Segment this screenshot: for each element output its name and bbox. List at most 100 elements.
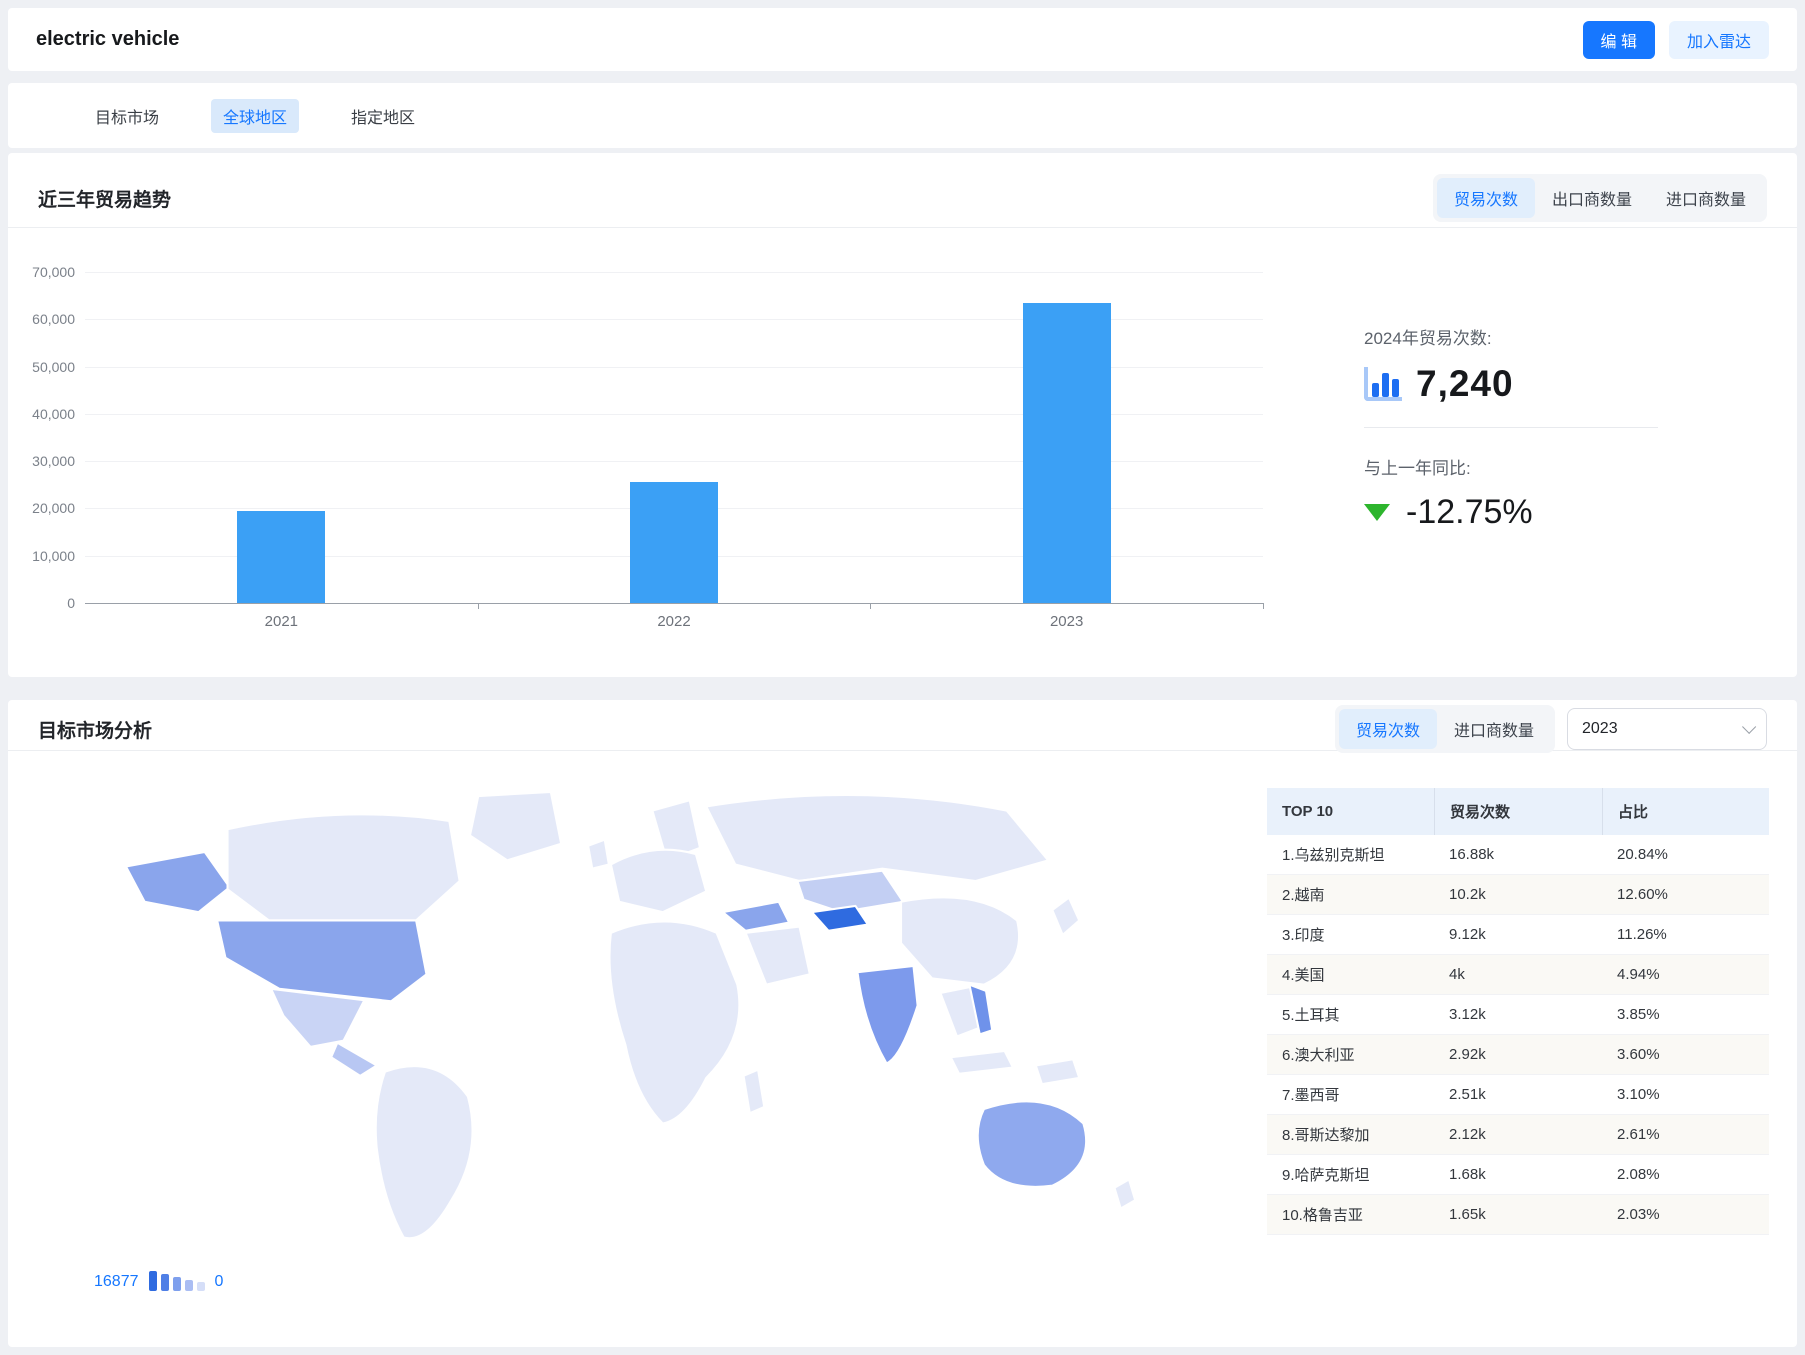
legend-bar-1 [149, 1271, 157, 1291]
trend-card: 近三年贸易趋势 贸易次数出口商数量进口商数量 2024年贸易次数: 7,240 … [8, 153, 1797, 677]
table-row[interactable]: 2.越南10.2k12.60% [1267, 875, 1769, 915]
y-axis-label-20000: 20,000 [13, 500, 75, 516]
map-middle-east[interactable] [746, 927, 810, 985]
tab-3[interactable]: 指定地区 [339, 99, 427, 133]
y-axis-label-50000: 50,000 [13, 359, 75, 375]
x-axis-label-2021: 2021 [265, 613, 298, 630]
trend-toggle-1[interactable]: 贸易次数 [1437, 178, 1535, 218]
bar-2023[interactable] [1023, 303, 1111, 603]
map-mexico[interactable] [271, 989, 364, 1047]
table-row[interactable]: 4.美国4k4.94% [1267, 955, 1769, 995]
x-axis-tick-0 [478, 603, 479, 609]
table-cell: 10.2k [1434, 875, 1602, 914]
header-actions: 编 辑 加入雷达 [1583, 21, 1769, 59]
stats-divider [1364, 427, 1658, 428]
table-header-cell: 占比 [1602, 788, 1769, 835]
map-india[interactable] [858, 966, 918, 1063]
region-tab-bar: 目标市场 全球地区 指定地区 [8, 83, 1797, 148]
table-cell: 8.哥斯达黎加 [1267, 1115, 1434, 1154]
world-map-svg [72, 765, 1212, 1252]
map-legend: 16877 0 [88, 1271, 229, 1291]
map-japan[interactable] [1052, 898, 1079, 935]
tab-2[interactable]: 全球地区 [211, 99, 299, 133]
table-row[interactable]: 8.哥斯达黎加2.12k2.61% [1267, 1115, 1769, 1155]
table-row[interactable]: 9.哈萨克斯坦1.68k2.08% [1267, 1155, 1769, 1195]
map-china[interactable] [901, 897, 1019, 984]
table-cell: 2.12k [1434, 1115, 1602, 1154]
map-madagascar[interactable] [744, 1070, 765, 1114]
map-uk[interactable] [588, 840, 609, 869]
table-cell: 2.03% [1602, 1195, 1769, 1234]
gridline-70000 [85, 272, 1263, 273]
market-card: 目标市场分析 贸易次数进口商数量 2023 [8, 700, 1797, 1347]
world-map[interactable] [72, 765, 1212, 1255]
table-cell: 2.92k [1434, 1035, 1602, 1074]
table-cell: 3.印度 [1267, 915, 1434, 954]
tab-1[interactable]: 目标市场 [83, 99, 171, 133]
trend-metric-toggle-group: 贸易次数出口商数量进口商数量 [1433, 174, 1767, 222]
table-row[interactable]: 6.澳大利亚2.92k3.60% [1267, 1035, 1769, 1075]
market-body: 16877 0 TOP 10贸易次数占比1.乌兹别克斯坦16.88k20.84%… [8, 751, 1797, 1348]
map-greenland[interactable] [470, 792, 561, 860]
map-new-guinea[interactable] [1036, 1059, 1080, 1084]
market-metric-toggle-group: 贸易次数进口商数量 [1335, 705, 1555, 753]
y-axis-label-40000: 40,000 [13, 406, 75, 422]
market-toggle-1[interactable]: 贸易次数 [1339, 709, 1437, 749]
trend-stats-panel: 2024年贸易次数: 7,240 与上一年同比: -12.75% [1364, 324, 1658, 532]
table-cell: 12.60% [1602, 875, 1769, 914]
table-cell: 3.60% [1602, 1035, 1769, 1074]
table-cell: 9.哈萨克斯坦 [1267, 1155, 1434, 1194]
table-cell: 10.格鲁吉亚 [1267, 1195, 1434, 1234]
map-new-zealand[interactable] [1114, 1179, 1135, 1208]
y-axis-label-70000: 70,000 [13, 264, 75, 280]
yoy-value: -12.75% [1406, 493, 1533, 532]
map-alaska[interactable] [126, 852, 230, 912]
table-cell: 9.12k [1434, 915, 1602, 954]
table-cell: 2.51k [1434, 1075, 1602, 1114]
bar-2021[interactable] [237, 511, 325, 603]
table-row[interactable]: 7.墨西哥2.51k3.10% [1267, 1075, 1769, 1115]
map-australia[interactable] [978, 1101, 1086, 1187]
edit-button[interactable]: 编 辑 [1583, 21, 1655, 59]
page-title: electric vehicle [36, 28, 179, 51]
map-canada[interactable] [228, 814, 460, 920]
table-row[interactable]: 10.格鲁吉亚1.65k2.03% [1267, 1195, 1769, 1235]
table-cell: 4k [1434, 955, 1602, 994]
x-axis-label-2023: 2023 [1050, 613, 1083, 630]
bar-chart-icon [1364, 367, 1402, 401]
table-cell: 6.澳大利亚 [1267, 1035, 1434, 1074]
legend-bar-2 [161, 1274, 169, 1291]
bar-2022[interactable] [630, 482, 718, 603]
legend-bar-5 [197, 1282, 205, 1291]
year-select[interactable]: 2023 [1567, 708, 1767, 750]
table-header-row: TOP 10贸易次数占比 [1267, 788, 1769, 835]
map-europe[interactable] [611, 850, 706, 912]
market-card-header: 目标市场分析 贸易次数进口商数量 2023 [8, 700, 1797, 750]
market-toggle-2[interactable]: 进口商数量 [1437, 709, 1551, 749]
trend-toggle-3[interactable]: 进口商数量 [1649, 178, 1763, 218]
x-axis-tick-2 [1263, 603, 1264, 609]
table-header-cell: 贸易次数 [1434, 788, 1602, 835]
map-indonesia[interactable] [951, 1051, 1013, 1074]
stat-2024-label: 2024年贸易次数: [1364, 324, 1658, 349]
trend-toggle-2[interactable]: 出口商数量 [1535, 178, 1649, 218]
table-row[interactable]: 1.乌兹别克斯坦16.88k20.84% [1267, 835, 1769, 875]
table-cell: 2.08% [1602, 1155, 1769, 1194]
add-to-radar-button[interactable]: 加入雷达 [1669, 21, 1769, 59]
table-row[interactable]: 5.土耳其3.12k3.85% [1267, 995, 1769, 1035]
y-axis-label-60000: 60,000 [13, 311, 75, 327]
map-central-america[interactable] [331, 1043, 377, 1076]
map-turkey[interactable] [723, 902, 789, 931]
table-cell: 3.12k [1434, 995, 1602, 1034]
table-cell: 1.68k [1434, 1155, 1602, 1194]
y-axis-label-30000: 30,000 [13, 453, 75, 469]
table-cell: 16.88k [1434, 835, 1602, 874]
y-axis-label-10000: 10,000 [13, 548, 75, 564]
table-row[interactable]: 3.印度9.12k11.26% [1267, 915, 1769, 955]
map-south-america[interactable] [376, 1066, 473, 1238]
yoy-label: 与上一年同比: [1364, 454, 1658, 479]
map-russia[interactable] [706, 795, 1048, 881]
map-usa[interactable] [217, 920, 426, 1001]
map-africa[interactable] [609, 921, 739, 1123]
table-cell: 1.乌兹别克斯坦 [1267, 835, 1434, 874]
